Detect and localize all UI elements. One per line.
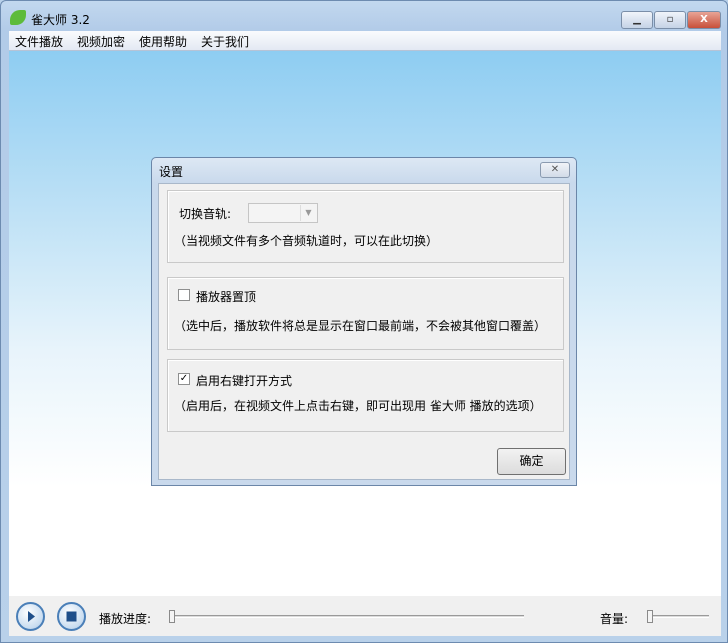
audio-track-group: 切换音轨: ▼ （当视频文件有多个音频轨道时，可以在此切换） — [167, 190, 564, 263]
topmost-hint: （选中后，播放软件将总是显示在窗口最前端，不会被其他窗口覆盖） — [174, 319, 547, 333]
context-menu-group: ✓ 启用右键打开方式 （启用后，在视频文件上点击右键，即可出现用 雀大师 播放的… — [167, 359, 564, 432]
menu-about[interactable]: 关于我们 — [201, 33, 249, 50]
topmost-label: 播放器置顶 — [196, 290, 257, 304]
context-menu-label: 启用右键打开方式 — [196, 374, 293, 388]
progress-slider[interactable] — [169, 615, 524, 618]
app-logo-icon — [10, 10, 26, 25]
context-menu-hint: （启用后，在视频文件上点击右键，即可出现用 雀大师 播放的选项） — [174, 399, 542, 413]
menu-bar: 文件播放 视频加密 使用帮助 关于我们 — [9, 31, 721, 51]
close-button[interactable]: X — [687, 11, 721, 29]
volume-slider-thumb[interactable] — [647, 610, 653, 623]
close-icon: ✕ — [550, 164, 560, 175]
volume-slider[interactable] — [647, 615, 709, 618]
minimize-button[interactable]: ▁ — [621, 11, 653, 29]
chevron-down-icon: ▼ — [300, 205, 316, 221]
dialog-body: 切换音轨: ▼ （当视频文件有多个音频轨道时，可以在此切换） 播放器置顶 （选中… — [158, 183, 570, 480]
stop-icon — [66, 611, 77, 622]
settings-dialog: 设置 ✕ 切换音轨: ▼ （当视频文件有多个音频轨道时，可以在此切换） 播放器置… — [151, 157, 577, 486]
dialog-close-button[interactable]: ✕ — [540, 162, 570, 178]
context-menu-checkbox[interactable]: ✓ — [178, 373, 190, 385]
menu-file-play[interactable]: 文件播放 — [15, 33, 63, 50]
topmost-group: 播放器置顶 （选中后，播放软件将总是显示在窗口最前端，不会被其他窗口覆盖） — [167, 277, 564, 350]
window-title: 雀大师 3.2 — [31, 13, 90, 27]
topmost-checkbox[interactable] — [178, 289, 190, 301]
menu-help[interactable]: 使用帮助 — [139, 33, 187, 50]
ok-button[interactable]: 确定 — [497, 448, 566, 475]
play-icon — [28, 611, 35, 622]
volume-label: 音量: — [600, 612, 629, 626]
audio-track-select[interactable]: ▼ — [248, 203, 318, 223]
play-button[interactable] — [16, 602, 45, 631]
audio-track-hint: （当视频文件有多个音频轨道时，可以在此切换） — [174, 234, 439, 248]
audio-track-label: 切换音轨: — [179, 207, 232, 221]
progress-label: 播放进度: — [99, 612, 152, 626]
maximize-button[interactable]: ▫ — [654, 11, 686, 29]
progress-slider-thumb[interactable] — [169, 610, 175, 623]
dialog-title: 设置 — [159, 165, 184, 179]
control-bar: 播放进度: 音量: — [9, 596, 721, 636]
menu-video-encrypt[interactable]: 视频加密 — [77, 33, 125, 50]
stop-button[interactable] — [57, 602, 86, 631]
